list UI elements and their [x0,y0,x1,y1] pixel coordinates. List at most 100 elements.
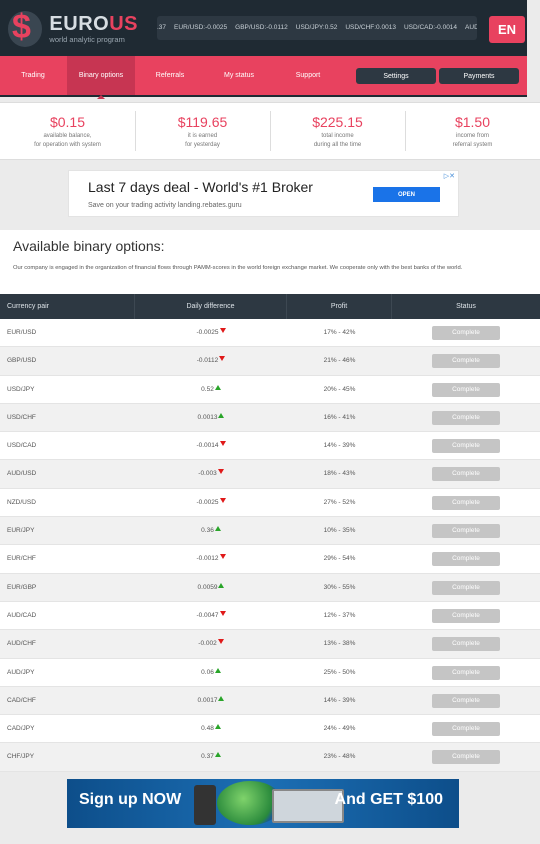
arrow-up-icon [214,724,221,730]
cell-diff: 0.37 [135,743,287,771]
diff-value: -0.003 [198,470,217,478]
table-header: Currency pair Daily difference Profit St… [0,294,540,319]
cell-profit: 18% - 43% [323,470,356,478]
cell-pair: CHF/JPY [7,753,35,761]
arrow-up-icon [218,582,225,588]
col-profit: Profit [287,294,392,319]
cell-diff: 0.36 [135,517,287,545]
cell-status: Complete [392,489,540,517]
table-row: USD/CHF 0.0013 16% - 41% Complete [0,403,540,433]
complete-button[interactable]: Complete [432,467,500,482]
ad-title[interactable]: Last 7 days deal - World's #1 Broker [88,179,313,195]
settings-button[interactable]: Settings [356,68,436,84]
complete-button[interactable]: Complete [432,665,500,680]
diff-value: 0.0017 [197,696,218,704]
dollar-globe-icon: $ [8,9,43,47]
cell-status: Complete [392,574,540,602]
table-row: CAD/CHF 0.0017 14% - 39% Complete [0,686,540,716]
cell-status: Complete [392,743,540,771]
table-row: EUR/GBP 0.0059 30% - 55% Complete [0,573,540,602]
cell-status: Complete [392,347,540,375]
nav-support[interactable]: Support [274,56,342,95]
diff-value: -0.0112 [196,357,219,365]
ticker-item: USD/CHF:0.0013 [345,24,396,31]
cell-pair: USD/JPY [7,385,35,393]
arrow-down-icon [219,497,226,503]
cell-profit: 16% - 41% [323,413,356,421]
payments-button[interactable]: Payments [439,68,519,84]
cell-profit: 20% - 45% [323,385,356,393]
arrow-down-icon [219,356,226,362]
cell-status: Complete [392,715,540,743]
complete-button[interactable]: Complete [432,637,500,652]
table-row: AUD/USD -0.003 18% - 43% Complete [0,460,540,489]
cell-pair: EUR/USD [7,329,37,336]
site-logo[interactable]: $ EUROUS world analytic program [8,9,138,47]
cell-profit: 23% - 48% [323,753,356,761]
cell-pair: CAD/JPY [7,725,35,733]
cell-profit: 30% - 55% [323,583,356,591]
nav-binary-options[interactable]: Binary options [67,56,135,95]
nav-referrals[interactable]: Referrals [136,56,204,95]
cell-profit: 27% - 52% [323,498,356,506]
cell-profit: 21% - 46% [323,357,356,365]
cell-status: Complete [392,602,540,630]
table-row: CAD/JPY 0.48 24% - 49% Complete [0,715,540,744]
ad-open-button[interactable]: OPEN [373,187,440,202]
complete-button[interactable]: Complete [432,580,500,595]
table-row: EUR/JPY 0.36 10% - 35% Complete [0,517,540,546]
arrow-up-icon [214,526,221,532]
ticker-item: .37 [157,24,167,31]
cell-pair: USD/CAD [7,442,37,450]
complete-button[interactable]: Complete [432,693,500,708]
complete-button[interactable]: Complete [432,354,500,369]
cell-profit: 13% - 38% [323,640,356,648]
ticker-item: GBP/USD:-0.0112 [235,24,288,31]
col-currency-pair: Currency pair [0,294,135,319]
diff-value: 0.37 [201,753,214,761]
complete-button[interactable]: Complete [432,382,500,397]
complete-button[interactable]: Complete [432,326,500,340]
cell-status: Complete [392,432,540,460]
cell-status: Complete [392,630,540,658]
complete-button[interactable]: Complete [432,552,500,567]
phone-graphic [194,785,216,825]
stat-total-income: $225.15 total income during all the time [312,114,363,148]
col-daily-difference: Daily difference [135,294,287,319]
diff-value: 0.0059 [197,583,218,591]
cell-profit: 29% - 54% [323,555,356,563]
cell-diff: -0.003 [135,460,287,488]
cell-diff: -0.0025 [135,319,287,347]
cell-pair: AUD/JPY [7,668,35,676]
complete-button[interactable]: Complete [432,439,500,454]
main-nav: Trading Binary options Referrals My stat… [0,56,527,95]
complete-button[interactable]: Complete [432,750,500,765]
arrow-up-icon [218,695,225,701]
cell-profit: 14% - 39% [323,442,356,450]
ad-block[interactable]: ▷✕ Last 7 days deal - World's #1 Broker … [68,170,459,217]
cell-status: Complete [392,687,540,715]
cell-pair: NZD/USD [7,498,36,506]
complete-button[interactable]: Complete [432,495,500,510]
complete-button[interactable]: Complete [432,722,500,737]
complete-button[interactable]: Complete [432,410,500,425]
cell-pair: GBP/USD [7,357,37,365]
nav-trading[interactable]: Trading [0,56,66,95]
adchoices-icon[interactable]: ▷✕ [444,172,455,180]
complete-button[interactable]: Complete [432,608,500,623]
nav-my-status[interactable]: My status [205,56,273,95]
options-panel: Available binary options: Our company is… [0,230,540,772]
table-row: AUD/JPY 0.06 25% - 50% Complete [0,659,540,687]
cell-profit: 12% - 37% [323,611,356,619]
diff-value: 0.52 [201,385,214,393]
complete-button[interactable]: Complete [432,524,500,539]
language-button[interactable]: EN [489,16,525,43]
diff-value: 0.36 [201,527,214,535]
table-row: NZD/USD -0.0025 27% - 52% Complete [0,489,540,518]
arrow-up-icon [214,667,221,673]
cell-pair: EUR/CHF [7,555,36,563]
diff-value: 0.48 [201,725,214,733]
signup-banner[interactable]: Sign up NOW And GET $100 [67,779,459,828]
cell-status: Complete [392,659,540,687]
cell-diff: 0.0017 [135,687,287,715]
